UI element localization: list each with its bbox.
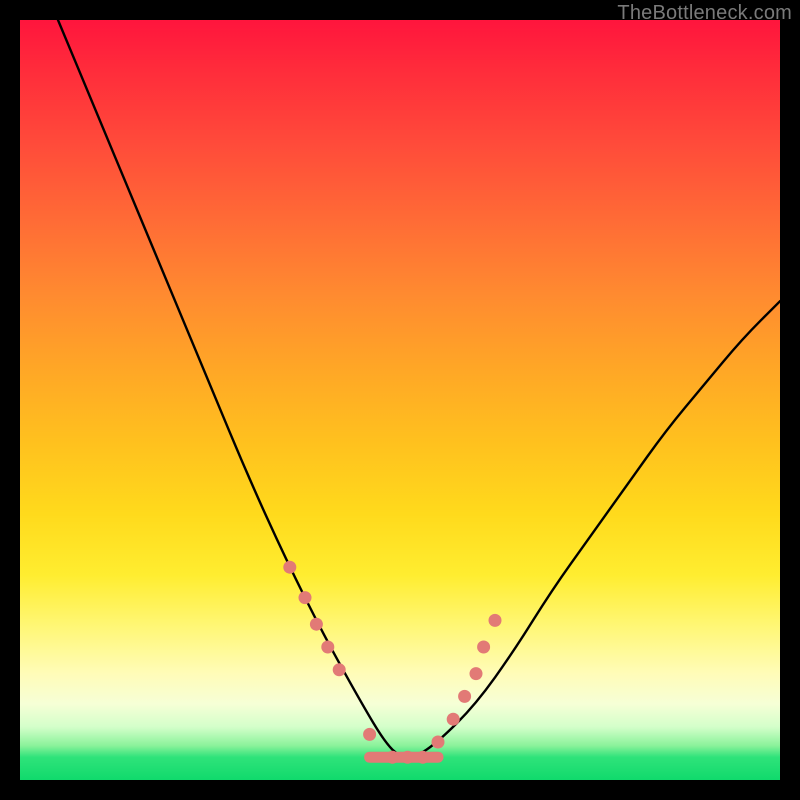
highlight-point bbox=[333, 663, 346, 676]
highlight-point bbox=[321, 641, 334, 654]
curve-svg bbox=[20, 20, 780, 780]
chart-stage: TheBottleneck.com bbox=[0, 0, 800, 800]
highlight-point bbox=[477, 641, 490, 654]
highlight-point bbox=[299, 591, 312, 604]
highlight-point bbox=[283, 561, 296, 574]
highlight-point bbox=[401, 751, 414, 764]
highlight-point bbox=[363, 728, 376, 741]
plot-area bbox=[20, 20, 780, 780]
highlight-point bbox=[416, 751, 429, 764]
highlight-point bbox=[310, 618, 323, 631]
highlight-point bbox=[386, 751, 399, 764]
highlight-point bbox=[432, 736, 445, 749]
highlight-point bbox=[458, 690, 471, 703]
highlight-point bbox=[489, 614, 502, 627]
highlight-point bbox=[470, 667, 483, 680]
highlight-points bbox=[283, 561, 501, 764]
bottleneck-curve bbox=[58, 20, 780, 757]
highlight-point bbox=[447, 713, 460, 726]
